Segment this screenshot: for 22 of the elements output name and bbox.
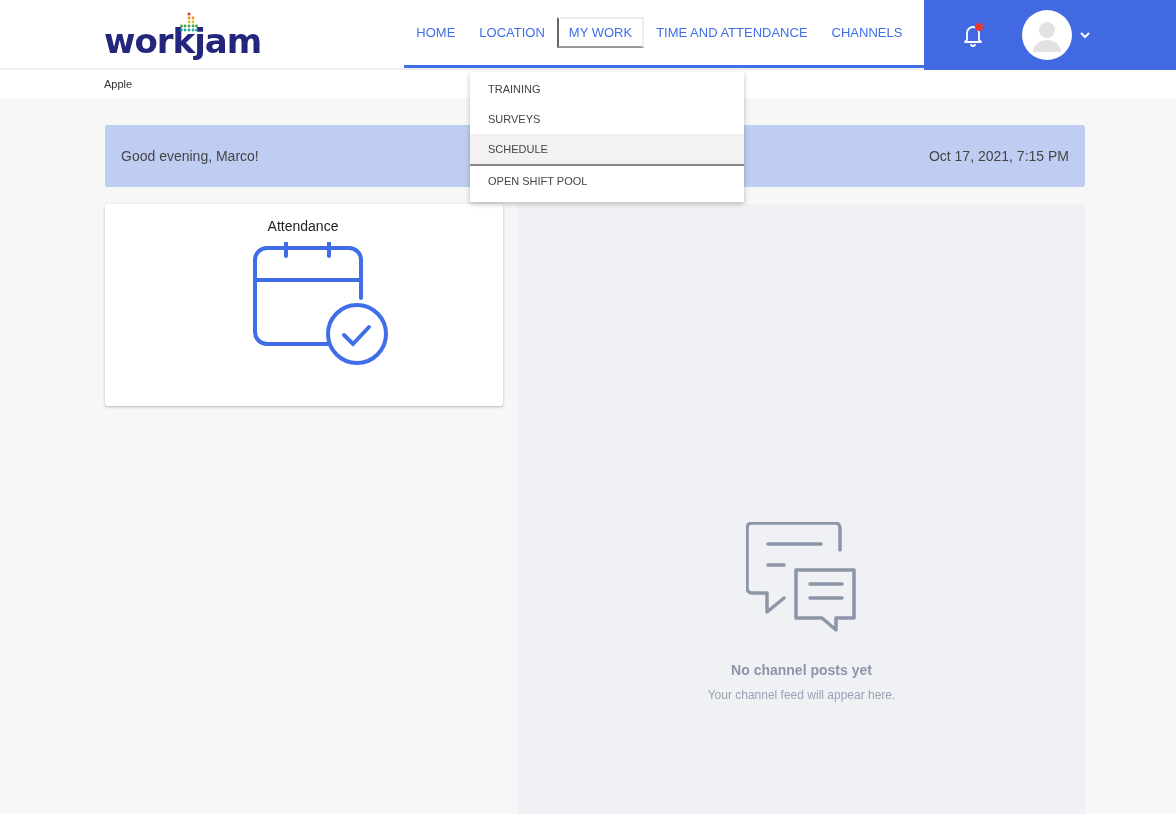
bell-icon[interactable]: [962, 23, 985, 47]
menu-item[interactable]: TRAINING: [470, 74, 744, 104]
avatar-icon[interactable]: [1022, 10, 1073, 60]
breadcrumb[interactable]: Apple: [104, 78, 133, 90]
card-title: Attendance: [267, 218, 339, 234]
menu-item[interactable]: SCHEDULE: [470, 134, 744, 166]
empty-state-text: Your channel feed will appear here.: [707, 688, 896, 702]
date-time: Oct 17, 2021, 7:15 PM: [928, 148, 1069, 164]
attendance-card[interactable]: Attendance: [105, 204, 503, 406]
logo[interactable]: workjam: [104, 21, 262, 61]
nav-tab[interactable]: HOME: [404, 17, 468, 48]
greeting-text: Good evening, Marco!: [121, 148, 259, 164]
nav-tab[interactable]: LOCATION: [467, 17, 557, 48]
chat-bubbles-icon: [745, 522, 858, 632]
menu-item[interactable]: SURVEYS: [470, 104, 744, 134]
empty-state-title: No channel posts yet: [731, 662, 872, 678]
calendar-check-icon: [251, 242, 391, 366]
nav-tab[interactable]: MY WORK: [556, 17, 645, 48]
nav-tab[interactable]: CHANNELS: [819, 17, 915, 48]
nav-tab[interactable]: TIME AND ATTENDANCE: [644, 17, 820, 48]
menu-item[interactable]: OPEN SHIFT POOL: [470, 166, 744, 196]
chevron-down-icon[interactable]: [1080, 31, 1091, 39]
